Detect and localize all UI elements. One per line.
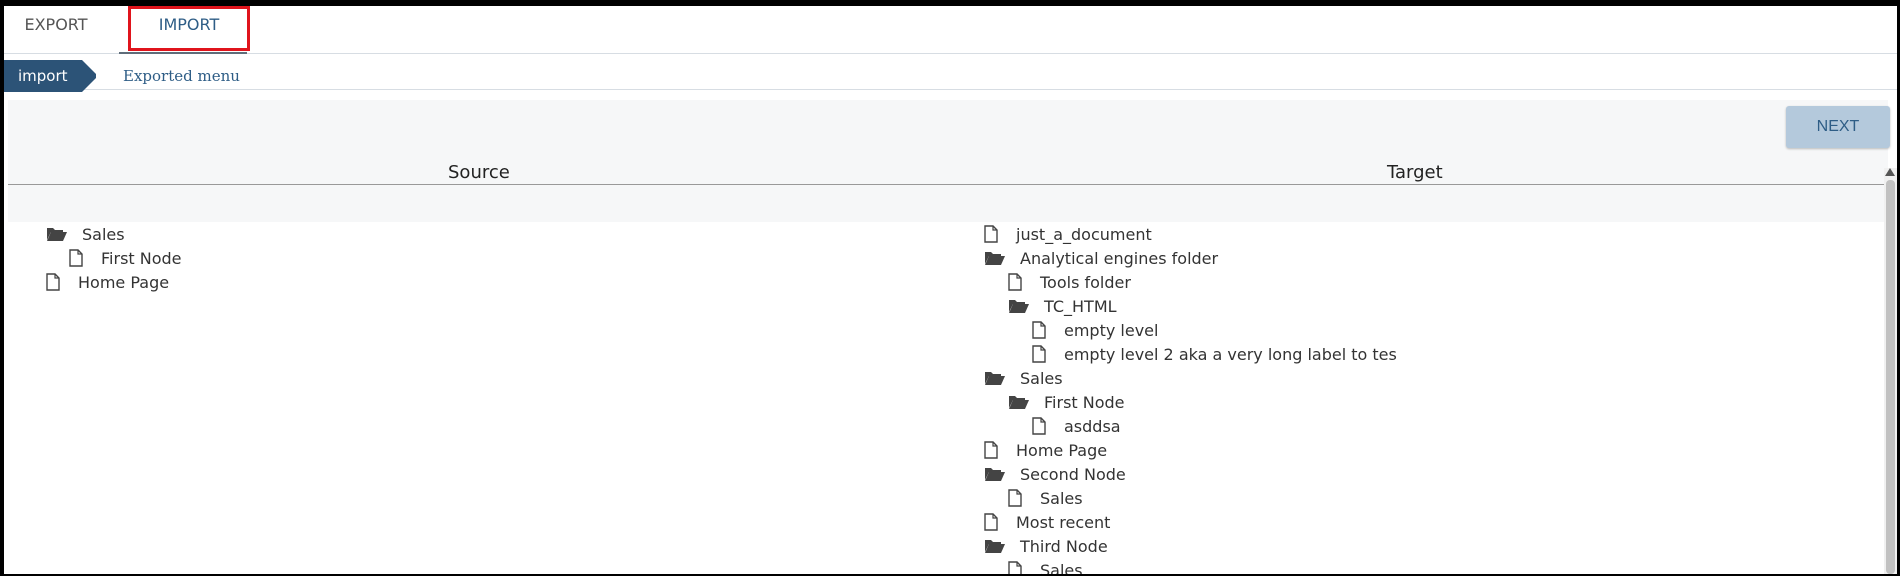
breadcrumb: import Exported menu [4, 54, 1897, 92]
tree-node-label: Second Node [1020, 464, 1126, 484]
tree-node-label: Sales [82, 224, 125, 244]
tree-node[interactable]: First Node [1008, 390, 1125, 414]
document-icon [46, 272, 72, 292]
document-icon [1032, 320, 1058, 340]
tree-node-label: Sales [1020, 368, 1063, 388]
tree-node-label: First Node [101, 248, 182, 268]
tree-node-label: empty level [1064, 320, 1159, 340]
tree-node[interactable]: TC_HTML [1008, 294, 1117, 318]
tree-node[interactable]: Analytical engines folder [984, 246, 1218, 270]
tree-node[interactable]: Second Node [984, 462, 1126, 486]
folder-open-icon [984, 368, 1010, 388]
document-icon [984, 512, 1010, 532]
document-icon [1032, 416, 1058, 436]
header-divider [8, 184, 1884, 185]
tree-node-label: Home Page [78, 272, 170, 292]
import-panel: NEXT Source Target Sales First Node Home P… [8, 100, 1897, 574]
tree-node-label: Sales [1040, 488, 1083, 508]
tree-node[interactable]: Sales [1008, 486, 1083, 510]
import-window: EXPORT IMPORT import Exported menu NEXT … [4, 6, 1897, 574]
tree-node-label: just_a_document [1016, 224, 1152, 244]
tree-node[interactable]: empty level 2 aka a very long label to t… [1032, 342, 1397, 366]
breadcrumb-step-import[interactable]: import [4, 60, 96, 92]
tab-bar: EXPORT IMPORT [4, 6, 1897, 54]
source-column-header: Source [448, 162, 510, 183]
document-icon [1032, 344, 1058, 364]
breadcrumb-step-exported-menu[interactable]: Exported menu [123, 60, 240, 92]
target-column-header: Target [1387, 162, 1443, 183]
scroll-thumb[interactable] [1886, 180, 1895, 574]
tree-node-label: Third Node [1020, 536, 1108, 556]
document-icon [984, 440, 1010, 460]
tab-import[interactable]: IMPORT [128, 6, 250, 51]
tree-node[interactable]: empty level [1032, 318, 1158, 342]
tree-node-label: Home Page [1016, 440, 1108, 460]
tree-node-label: Sales [1040, 560, 1083, 575]
document-icon [69, 248, 95, 268]
tab-export[interactable]: EXPORT [16, 6, 96, 54]
folder-open-icon [1008, 296, 1034, 316]
folder-open-icon [984, 536, 1010, 556]
tree-node-label: Tools folder [1040, 272, 1131, 292]
tree-node[interactable]: Tools folder [1008, 270, 1131, 294]
document-icon [1008, 560, 1034, 574]
folder-open-icon [984, 464, 1010, 484]
document-icon [984, 224, 1010, 244]
folder-open-icon [984, 248, 1010, 268]
tree-node-label: Analytical engines folder [1020, 248, 1219, 268]
tree-node[interactable]: Home Page [984, 438, 1107, 462]
tree-node[interactable]: Third Node [984, 534, 1108, 558]
tree-node[interactable]: First Node [69, 246, 182, 270]
tree-node[interactable]: Sales [984, 366, 1063, 390]
document-icon [1008, 488, 1034, 508]
folder-open-icon [46, 224, 72, 244]
scroll-up-arrow-icon[interactable] [1885, 168, 1895, 176]
next-button[interactable]: NEXT [1786, 106, 1890, 148]
tree-node[interactable]: just_a_document [984, 222, 1152, 246]
tree-node-label: Most recent [1016, 512, 1111, 532]
document-icon [1008, 272, 1034, 292]
tree-node[interactable]: asddsa [1032, 414, 1121, 438]
tree-node-label: First Node [1044, 392, 1125, 412]
tree-node[interactable]: Sales [1008, 558, 1083, 574]
tree-node[interactable]: Home Page [46, 270, 169, 294]
scrollbar[interactable] [1884, 168, 1897, 574]
tree-node-label: empty level 2 aka a very long label to t… [1064, 344, 1397, 364]
tree-node-label: asddsa [1064, 416, 1121, 436]
tree-node[interactable]: Sales [46, 222, 125, 246]
tree-area: Sales First Node Home Page just_a_document… [8, 222, 1884, 574]
tree-node-label: TC_HTML [1044, 296, 1117, 316]
folder-open-icon [1008, 392, 1034, 412]
tree-node[interactable]: Most recent [984, 510, 1110, 534]
